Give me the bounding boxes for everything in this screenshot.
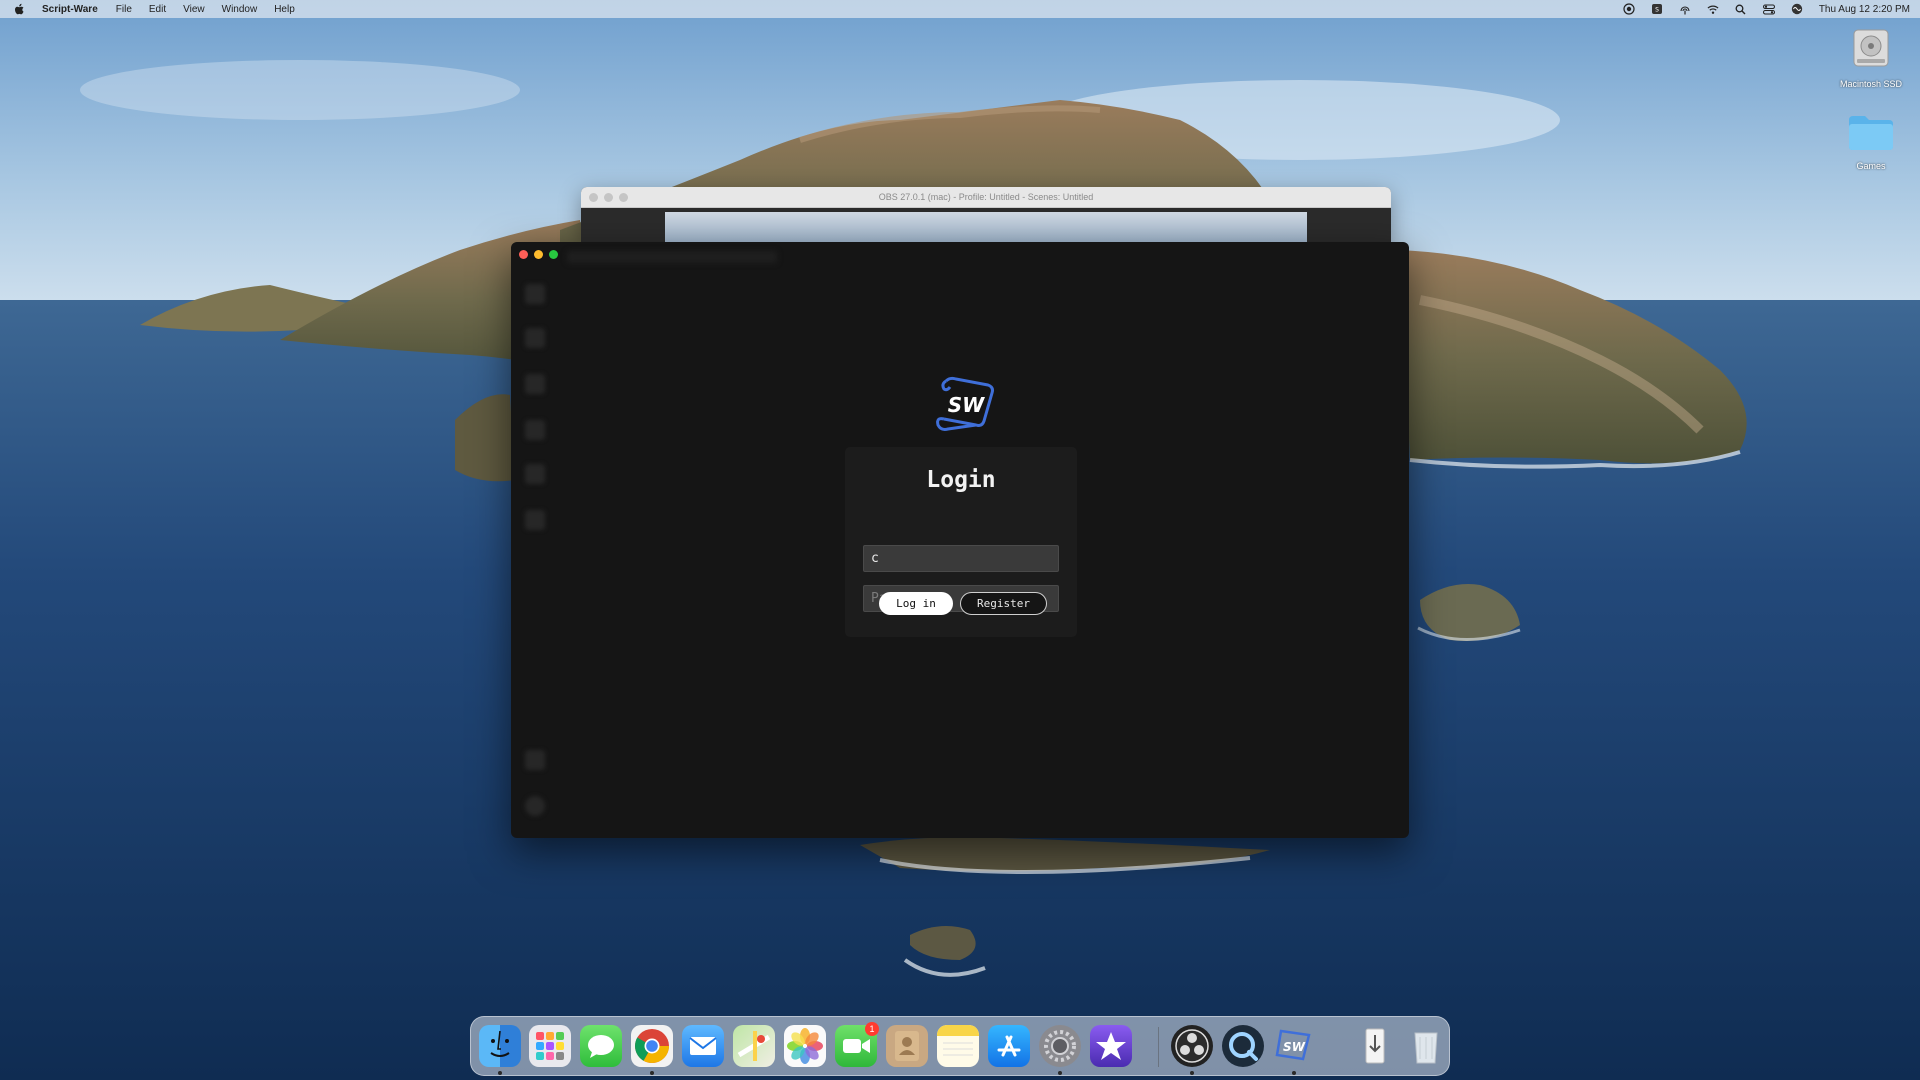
register-button[interactable]: Register — [960, 592, 1047, 615]
menu-edit[interactable]: Edit — [149, 4, 166, 15]
trash-icon[interactable] — [1405, 1025, 1447, 1067]
window-controls — [519, 250, 558, 259]
zoom-button[interactable] — [549, 250, 558, 259]
menu-view[interactable]: View — [183, 4, 205, 15]
svg-text:SW: SW — [1283, 1040, 1306, 1054]
script-ware-menu-icon[interactable]: S — [1651, 3, 1663, 15]
username-field[interactable] — [863, 545, 1059, 572]
desktop-icon-label: Macintosh SSD — [1839, 79, 1903, 89]
sidebar-editor-icon[interactable] — [525, 328, 545, 348]
facetime-icon[interactable]: 1 — [835, 1022, 879, 1067]
menu-window[interactable]: Window — [222, 4, 258, 15]
messages-icon[interactable] — [580, 1025, 622, 1067]
dock-separator — [1158, 1027, 1159, 1067]
menu-clock[interactable]: Thu Aug 12 2:20 PM — [1819, 4, 1910, 15]
sidebar-folder-icon[interactable] — [525, 374, 545, 394]
minimize-button[interactable] — [534, 250, 543, 259]
chrome-icon[interactable] — [631, 1025, 673, 1067]
obs-preview — [665, 212, 1307, 243]
launchpad-icon[interactable] — [529, 1025, 571, 1067]
obs-window[interactable]: OBS 27.0.1 (mac) - Profile: Untitled - S… — [581, 187, 1391, 243]
sidebar-tools-icon[interactable] — [525, 420, 545, 440]
wifi-icon[interactable] — [1707, 3, 1719, 15]
apple-menu-icon[interactable] — [14, 2, 26, 16]
menu-app-name[interactable]: Script-Ware — [42, 4, 98, 15]
svg-text:SW: SW — [948, 393, 985, 417]
photos-icon[interactable] — [784, 1025, 826, 1067]
chrome-running-indicator — [650, 1071, 654, 1075]
finder-icon[interactable] — [479, 1025, 521, 1067]
script-ware-running-indicator — [1292, 1071, 1296, 1075]
desktop-icon-macintosh-ssd[interactable]: Macintosh SSD — [1826, 26, 1916, 89]
folder-icon — [1847, 112, 1895, 157]
menu-help[interactable]: Help — [274, 4, 295, 15]
sidebar-file-icon[interactable] — [525, 510, 545, 530]
sidebar-home-icon[interactable] — [525, 284, 545, 304]
obs-window-title: OBS 27.0.1 (mac) - Profile: Untitled - S… — [878, 192, 1094, 202]
sidebar-settings-icon[interactable] — [525, 796, 545, 816]
downloads-icon[interactable] — [1354, 1025, 1396, 1067]
siri-icon[interactable] — [1791, 3, 1803, 15]
close-button[interactable] — [519, 250, 528, 259]
contacts-icon[interactable] — [886, 1025, 928, 1067]
dock: 1 SW — [470, 1016, 1450, 1076]
desktop-icon-games[interactable]: Games — [1826, 112, 1916, 171]
spotlight-icon[interactable] — [1735, 3, 1747, 15]
obs-running-indicator — [1190, 1071, 1194, 1075]
system-preferences-icon[interactable] — [1039, 1025, 1081, 1067]
control-center-icon[interactable] — [1762, 3, 1775, 15]
script-ware-window: SW Login Log in Register — [511, 242, 1409, 838]
sidebar-users-icon[interactable] — [525, 464, 545, 484]
system-preferences-running-indicator — [1058, 1071, 1062, 1075]
script-ware-icon[interactable]: SW — [1273, 1025, 1315, 1067]
login-title: Login — [926, 467, 996, 493]
airdrop-icon[interactable] — [1679, 3, 1691, 15]
hard-drive-icon — [1849, 26, 1893, 75]
desktop-icon-label: Games — [1856, 161, 1886, 171]
notes-icon[interactable] — [937, 1025, 979, 1067]
menu-file[interactable]: File — [116, 4, 132, 15]
blurred-header — [567, 251, 777, 263]
svg-text:S: S — [1655, 7, 1659, 14]
menu-bar: Script-Ware File Edit View Window Help S… — [0, 0, 1920, 18]
obs-icon[interactable] — [1171, 1025, 1213, 1067]
imovie-icon[interactable] — [1090, 1025, 1132, 1067]
login-button[interactable]: Log in — [879, 592, 953, 615]
facetime-badge: 1 — [865, 1022, 879, 1036]
finder-running-indicator — [498, 1071, 502, 1075]
sidebar-play-icon[interactable] — [525, 750, 545, 770]
screen-record-icon[interactable] — [1623, 3, 1635, 15]
script-ware-logo: SW — [932, 375, 996, 433]
quicktime-icon[interactable] — [1222, 1025, 1264, 1067]
app-store-icon[interactable] — [988, 1025, 1030, 1067]
obs-titlebar[interactable]: OBS 27.0.1 (mac) - Profile: Untitled - S… — [581, 187, 1391, 208]
maps-icon[interactable] — [733, 1025, 775, 1067]
mail-icon[interactable] — [682, 1025, 724, 1067]
sidebar — [511, 268, 559, 838]
